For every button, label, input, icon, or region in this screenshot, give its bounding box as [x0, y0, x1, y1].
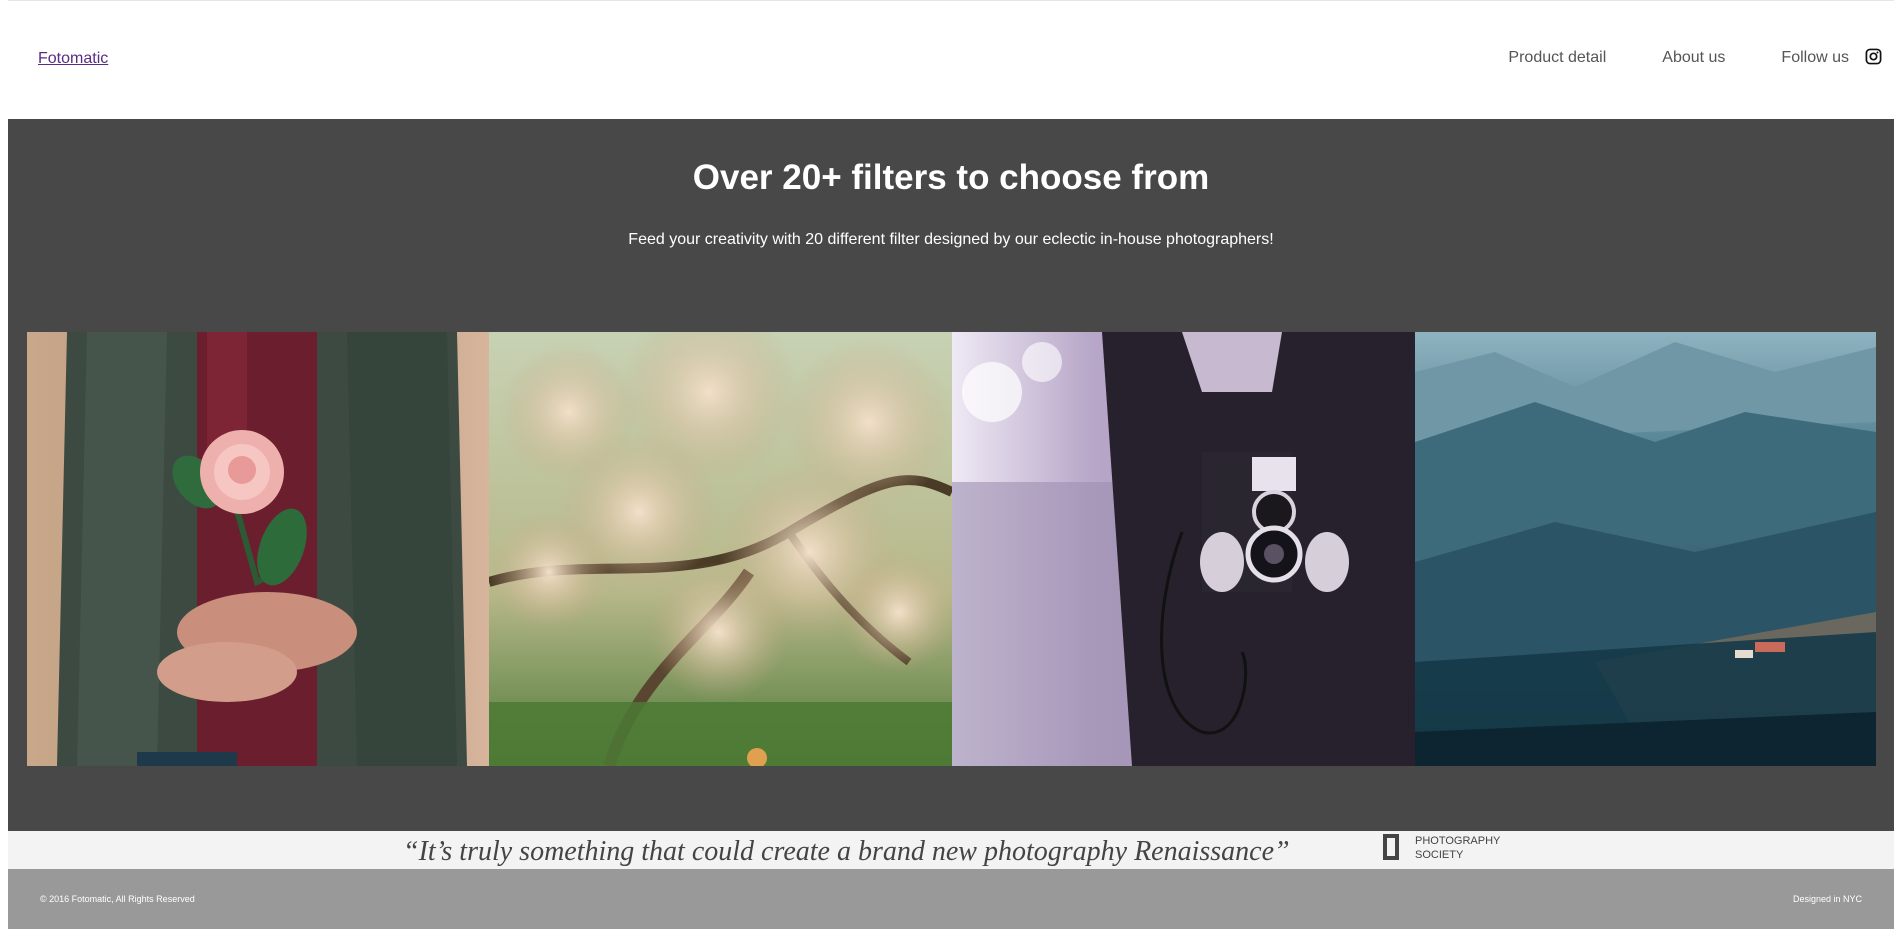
designed-in-text: Designed in NYC — [1792, 894, 1862, 904]
valley-photo — [1415, 332, 1876, 766]
nav-about-us[interactable]: About us — [1662, 49, 1725, 67]
testimonial-quote: “It’s truly something that could create … — [403, 836, 1290, 867]
page: Fotomatic Product detail About us Follow… — [8, 0, 1894, 929]
source-line-1: PHOTOGRAPHY — [1415, 835, 1501, 847]
testimonial-source: PHOTOGRAPHY SOCIETY — [1415, 834, 1535, 862]
brand-link[interactable]: Fotomatic — [38, 50, 108, 68]
copyright-text: © 2016 Fotomatic, All Rights Reserved — [40, 894, 195, 904]
instagram-icon[interactable] — [1865, 48, 1882, 65]
section-title: Over 20+ filters to choose from — [692, 158, 1210, 197]
top-nav: Fotomatic Product detail About us Follow… — [8, 0, 1894, 119]
blossom-photo — [489, 332, 952, 766]
section-subtitle: Feed your creativity with 20 different f… — [628, 231, 1274, 248]
flower-photo — [27, 332, 489, 766]
photography-society-logo — [1383, 834, 1399, 860]
testimonial-strip: “It’s truly something that could create … — [8, 831, 1894, 869]
nav-links: Product detail About us Follow us — [1452, 48, 1882, 67]
footer: © 2016 Fotomatic, All Rights Reserved De… — [8, 869, 1894, 929]
nav-follow-us[interactable]: Follow us — [1781, 49, 1849, 67]
filter-gallery — [27, 332, 1876, 766]
source-line-2: SOCIETY — [1415, 849, 1464, 861]
filters-section: Over 20+ filters to choose from Feed you… — [8, 119, 1894, 831]
nav-product-detail[interactable]: Product detail — [1508, 49, 1606, 67]
camera-photo — [952, 332, 1415, 766]
